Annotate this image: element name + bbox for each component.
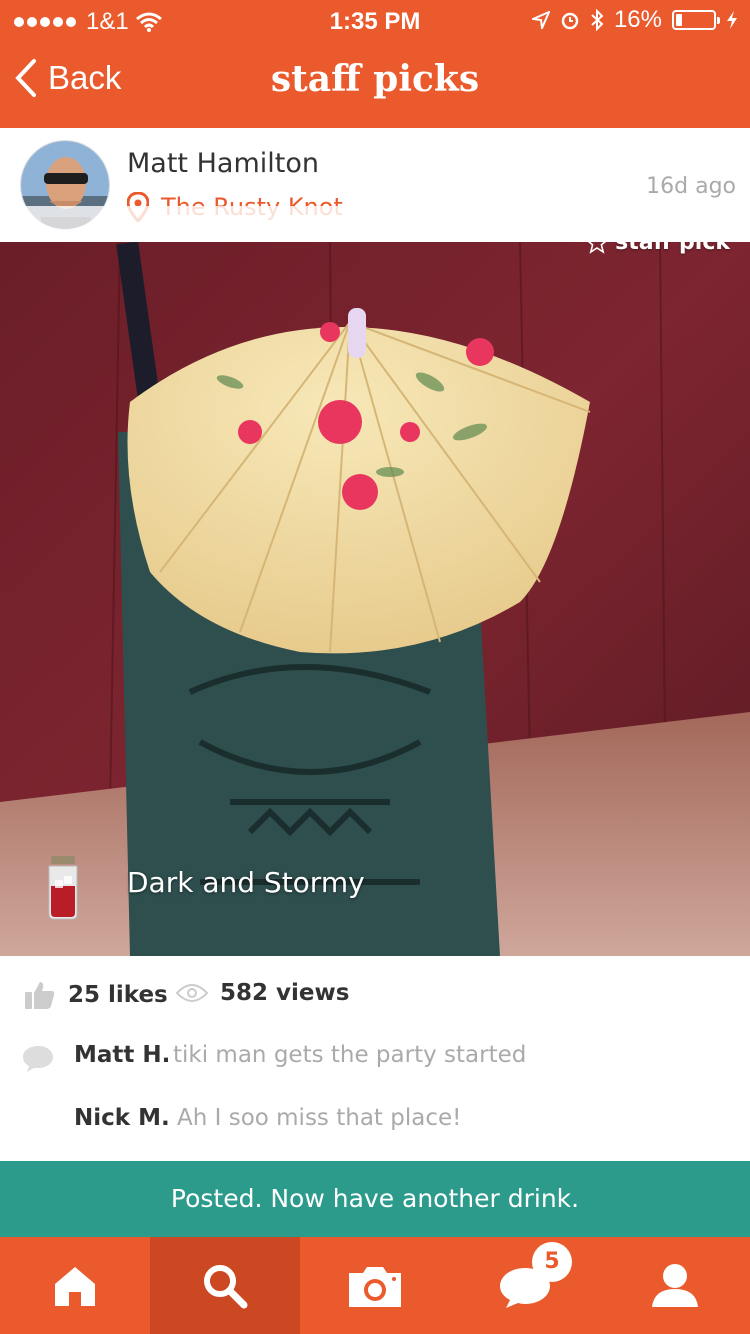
back-button[interactable]: Back <box>14 58 121 98</box>
tab-search[interactable] <box>150 1237 300 1334</box>
comment-text: tiki man gets the party started <box>173 1042 527 1068</box>
post-time: 16d ago <box>646 174 736 199</box>
comment-text: Ah I soo miss that place! <box>177 1105 462 1131</box>
back-label: Back <box>48 59 122 96</box>
comment-author[interactable]: Nick M. <box>74 1105 170 1131</box>
charging-icon <box>727 11 737 29</box>
drink-photo[interactable]: staff pick Dark and Stormy <box>0 242 750 956</box>
tab-home[interactable] <box>0 1237 150 1334</box>
user-name[interactable]: Matt Hamilton <box>127 148 319 179</box>
staff-pick-label: staff pick <box>615 242 730 255</box>
comment-item: Nick M. Ah I soo miss that place! <box>0 1093 750 1153</box>
staff-pick-badge: staff pick <box>585 242 730 255</box>
tab-messages[interactable]: 5 <box>450 1237 600 1334</box>
status-right: 16% <box>531 6 738 34</box>
alarm-icon <box>561 12 579 30</box>
eye-icon <box>176 984 208 1002</box>
comment-item: Matt H. tiki man gets the party started <box>0 1030 750 1090</box>
posted-toast: Posted. Now have another drink. <box>0 1161 750 1237</box>
tab-profile[interactable] <box>600 1237 750 1334</box>
header-overlay <box>0 206 750 242</box>
views-count: 582 views <box>220 980 350 1006</box>
likes-count: 25 likes <box>68 982 168 1008</box>
status-bar: 1&1 1:35 PM 16% <box>0 0 750 40</box>
message-badge: 5 <box>532 1242 572 1282</box>
thumbs-up-icon <box>25 982 55 1009</box>
battery-level <box>676 14 682 26</box>
tab-bar: 5 <box>0 1237 750 1334</box>
drink-name[interactable]: Dark and Stormy <box>127 866 365 899</box>
profile-icon <box>652 1263 698 1307</box>
home-icon <box>55 1266 95 1306</box>
tab-camera[interactable] <box>300 1237 450 1334</box>
battery-icon <box>672 10 720 30</box>
post-stats: 25 likes 582 views <box>0 956 750 1036</box>
battery-percent: 16% <box>613 6 662 33</box>
like-button[interactable]: 25 likes <box>24 980 168 1010</box>
star-outline-icon <box>588 242 606 254</box>
drink-jar-icon <box>48 856 78 920</box>
top-bar: 1&1 1:35 PM 16% Back staff picks <box>0 0 750 128</box>
camera-icon <box>349 1266 401 1307</box>
chevron-left-icon <box>15 59 36 97</box>
location-arrow-icon <box>531 11 550 29</box>
views-stat: 582 views <box>176 980 349 1006</box>
bluetooth-icon <box>591 9 604 31</box>
search-icon <box>204 1264 248 1308</box>
comment-bubble-icon <box>23 1046 53 1072</box>
comment-author[interactable]: Matt H. <box>74 1042 170 1068</box>
